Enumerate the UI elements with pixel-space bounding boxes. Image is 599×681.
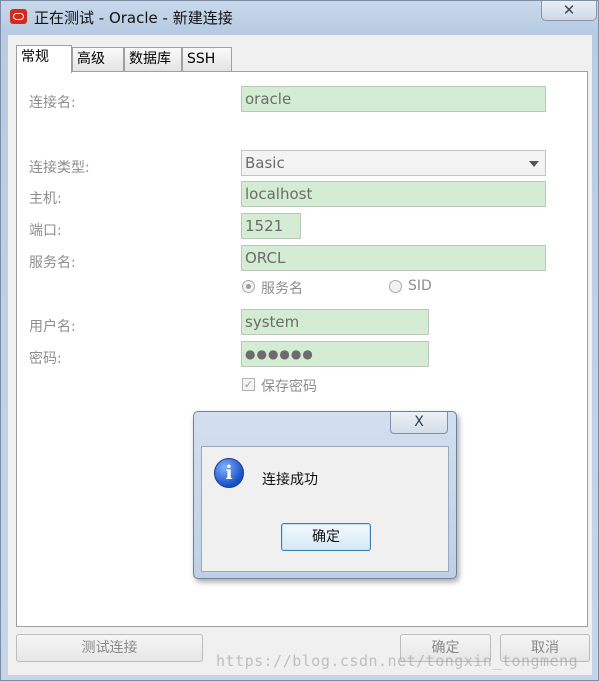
check-icon: ✓ <box>243 378 254 391</box>
close-icon: ✕ <box>562 1 576 19</box>
dialog-close-button[interactable]: X <box>390 412 448 434</box>
connection-type-label: 连接类型: <box>29 160 90 176</box>
info-icon: i <box>214 458 244 488</box>
connection-type-select[interactable]: Basic <box>241 150 546 176</box>
connection-name-label: 连接名: <box>29 95 76 111</box>
save-password-checkbox[interactable]: ✓ <box>242 378 255 391</box>
test-connection-button[interactable]: 测试连接 <box>16 634 203 662</box>
username-input[interactable]: system <box>241 309 429 335</box>
tab-database-label: 数据库 <box>129 51 171 67</box>
service-name-radio-label: 服务名 <box>261 281 303 297</box>
dialog-ok-button[interactable]: 确定 <box>281 523 371 551</box>
password-input[interactable]: ●●●●●● <box>241 341 429 367</box>
title-bar[interactable]: 正在测试 - Oracle - 新建连接 ✕ <box>1 1 598 35</box>
host-label: 主机: <box>29 191 62 207</box>
close-icon: X <box>414 414 424 430</box>
password-label: 密码: <box>29 351 62 367</box>
port-input[interactable]: 1521 <box>241 213 301 239</box>
port-label: 端口: <box>29 223 62 239</box>
tab-ssh-label: SSH <box>187 51 216 67</box>
window-close-button[interactable]: ✕ <box>541 1 597 21</box>
connection-name-input[interactable]: oracle <box>241 86 546 112</box>
service-name-input[interactable]: ORCL <box>241 245 546 271</box>
tab-ssh[interactable]: SSH <box>182 47 232 71</box>
sid-radio[interactable] <box>389 280 402 293</box>
dialog-message: 连接成功 <box>262 472 318 488</box>
success-dialog: X i 连接成功 确定 <box>193 411 457 579</box>
username-label: 用户名: <box>29 319 76 335</box>
dialog-body: i 连接成功 确定 <box>201 446 449 572</box>
tab-advanced[interactable]: 高级 <box>72 47 124 71</box>
connection-type-value: Basic <box>245 154 285 172</box>
service-name-label: 服务名: <box>29 255 76 271</box>
window-client-area: 常规 高级 数据库 SSH 连接名: oracle 连接类型: Basic 主机… <box>8 35 592 675</box>
tab-database[interactable]: 数据库 <box>124 47 182 71</box>
chevron-down-icon <box>529 161 539 167</box>
sid-radio-label: SID <box>408 278 432 294</box>
tab-general-label: 常规 <box>21 49 49 65</box>
tab-advanced-label: 高级 <box>77 51 105 67</box>
tab-general[interactable]: 常规 <box>16 45 72 73</box>
watermark: https://blog.csdn.net/tongxin_tongmeng <box>216 652 579 670</box>
save-password-label: 保存密码 <box>261 379 317 395</box>
host-input[interactable]: localhost <box>241 181 546 207</box>
oracle-app-icon <box>10 9 27 24</box>
window-title: 正在测试 - Oracle - 新建连接 <box>34 9 233 27</box>
service-name-radio[interactable] <box>242 280 255 293</box>
